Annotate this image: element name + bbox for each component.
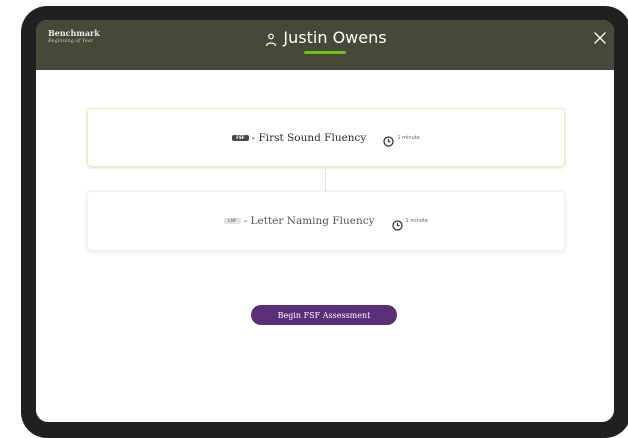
- clock-icon: [383, 132, 395, 147]
- student-name: Justin Owens: [283, 28, 387, 47]
- assessment-duration: 1 minute: [405, 218, 428, 224]
- benchmark-period: Beginning of Year: [48, 38, 94, 44]
- assessment-badge: FSF: [232, 134, 249, 141]
- connector-line: [325, 166, 326, 191]
- close-icon[interactable]: [593, 30, 607, 44]
- benchmark-title: Benchmark: [48, 28, 100, 38]
- assessment-name: - First Sound Fluency: [251, 131, 367, 144]
- app-screen: Benchmark Beginning of Year Justin Owens…: [36, 20, 614, 422]
- person-icon: [265, 32, 277, 46]
- clock-icon: [391, 216, 403, 231]
- assessment-badge: LNF: [224, 218, 241, 224]
- student-heading: Justin Owens: [256, 28, 396, 47]
- assessment-name: - Letter Naming Fluency: [243, 215, 375, 227]
- assessment-duration: 1 minute: [397, 134, 420, 141]
- begin-assessment-button[interactable]: Begin FSF Assessment: [251, 305, 397, 325]
- student-name-underline: [304, 51, 346, 54]
- assessment-card-lnf[interactable]: LNF - Letter Naming Fluency 1 minute: [87, 191, 565, 251]
- header-bar: Benchmark Beginning of Year Justin Owens: [36, 20, 614, 70]
- assessment-card-fsf[interactable]: FSF - First Sound Fluency 1 minute: [87, 108, 565, 167]
